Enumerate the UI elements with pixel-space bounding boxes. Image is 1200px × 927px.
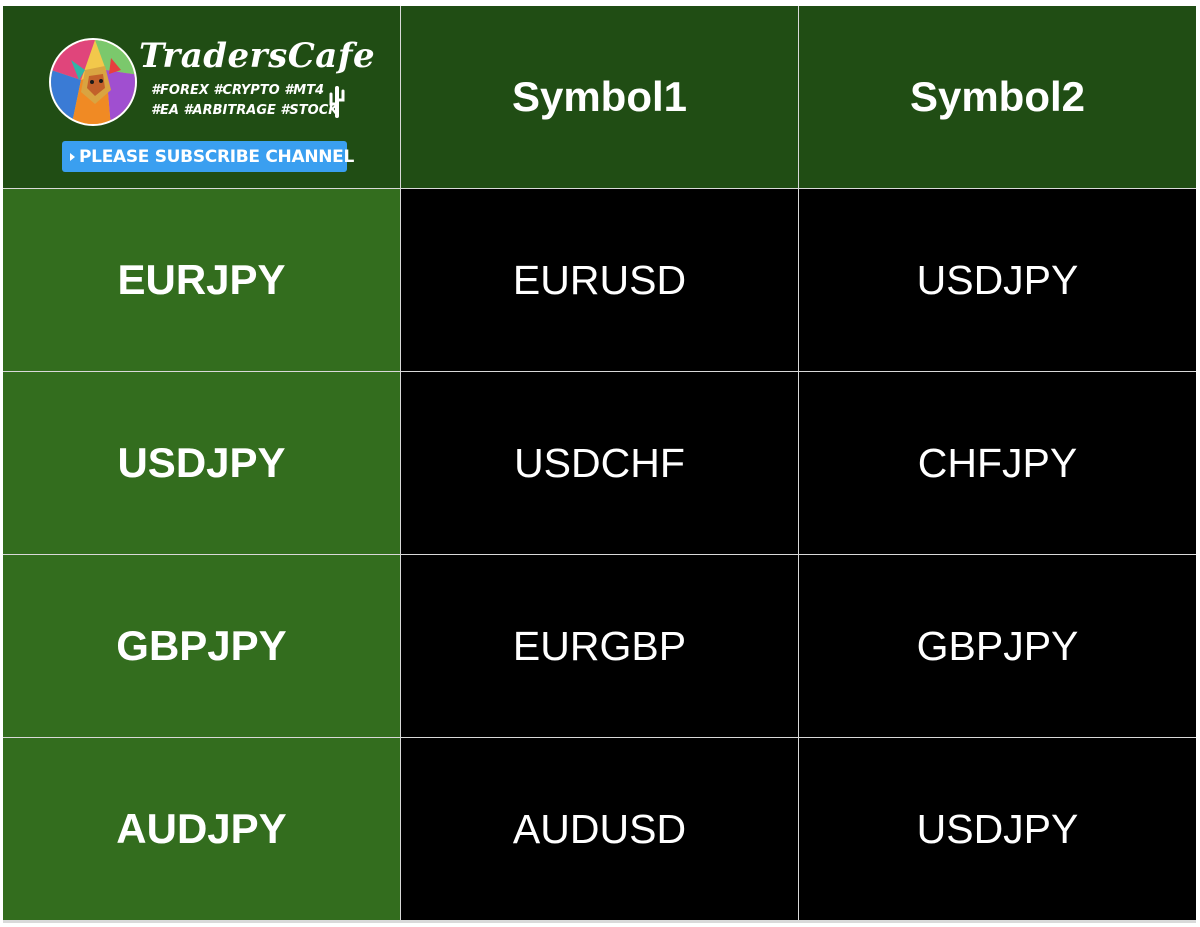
row-header: AUDJPY	[3, 738, 400, 920]
hashtags: #FOREX #CRYPTO #MT4 #EA #ARBITRAGE #STOC…	[151, 81, 338, 121]
hashtags-line-1: #FOREX #CRYPTO #MT4	[151, 83, 325, 98]
row-header: USDJPY	[3, 372, 400, 554]
hashtags-line-2: #EA #ARBITRAGE #STOCK	[151, 103, 339, 118]
table-cell-symbol2: USDJPY	[799, 189, 1196, 371]
subscribe-label: PLEASE SUBSCRIBE CHANNEL	[79, 146, 355, 167]
symbol-table: TradersCafe #FOREX #CRYPTO #MT4 #EA #ARB…	[3, 6, 1196, 923]
cactus-icon	[327, 84, 347, 120]
row-header: GBPJPY	[3, 555, 400, 737]
column-header-symbol1: Symbol1	[401, 6, 798, 188]
table-cell-symbol2: CHFJPY	[799, 372, 1196, 554]
subscribe-button[interactable]: PLEASE SUBSCRIBE CHANNEL	[62, 141, 354, 172]
table-cell-symbol1: USDCHF	[401, 372, 798, 554]
traderscafe-logo: TradersCafe #FOREX #CRYPTO #MT4 #EA #ARB…	[47, 36, 375, 176]
logo-cell: TradersCafe #FOREX #CRYPTO #MT4 #EA #ARB…	[3, 6, 400, 188]
play-icon	[70, 152, 75, 161]
table-cell-symbol1: EURGBP	[401, 555, 798, 737]
table-cell-symbol1: AUDUSD	[401, 738, 798, 920]
table-cell-symbol2: USDJPY	[799, 738, 1196, 920]
column-header-symbol2: Symbol2	[799, 6, 1196, 188]
lion-avatar-icon	[49, 38, 137, 126]
table-cell-symbol1: EURUSD	[401, 189, 798, 371]
row-header: EURJPY	[3, 189, 400, 371]
table-cell-symbol2: GBPJPY	[799, 555, 1196, 737]
brand-name: TradersCafe	[139, 36, 376, 76]
